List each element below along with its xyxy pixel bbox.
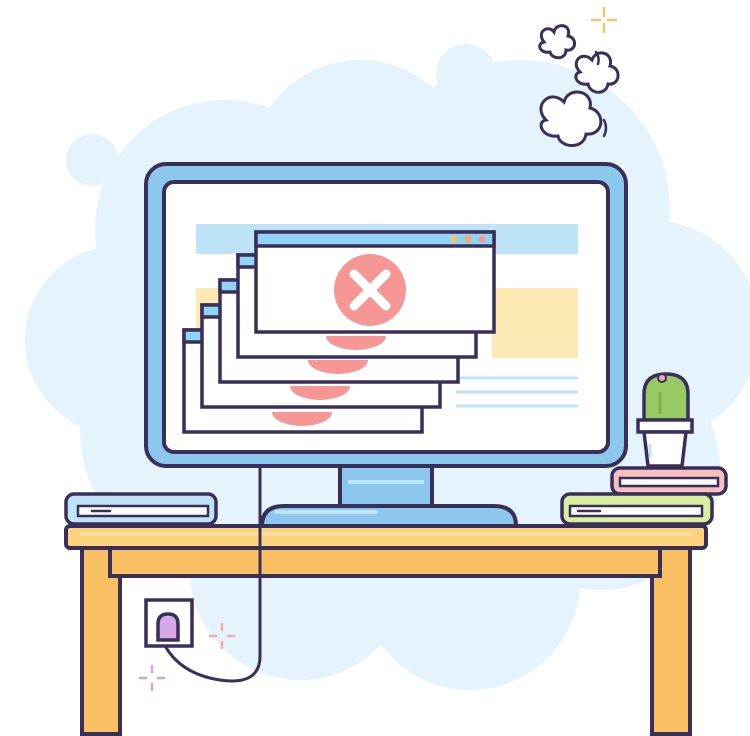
window-dot-yellow bbox=[450, 235, 458, 243]
illustration-canvas bbox=[0, 0, 750, 736]
book-stack-left bbox=[64, 492, 218, 526]
sparkle-purple-icon bbox=[138, 664, 166, 692]
sparkle-icon bbox=[590, 6, 618, 34]
cactus-plant-icon bbox=[636, 372, 694, 468]
computer-error-illustration bbox=[25, 6, 750, 736]
close-x-icon bbox=[334, 254, 406, 326]
power-socket-icon bbox=[144, 598, 194, 648]
window-dot-orange bbox=[464, 235, 472, 243]
error-window-front bbox=[254, 230, 496, 334]
window-dot-red bbox=[478, 235, 486, 243]
